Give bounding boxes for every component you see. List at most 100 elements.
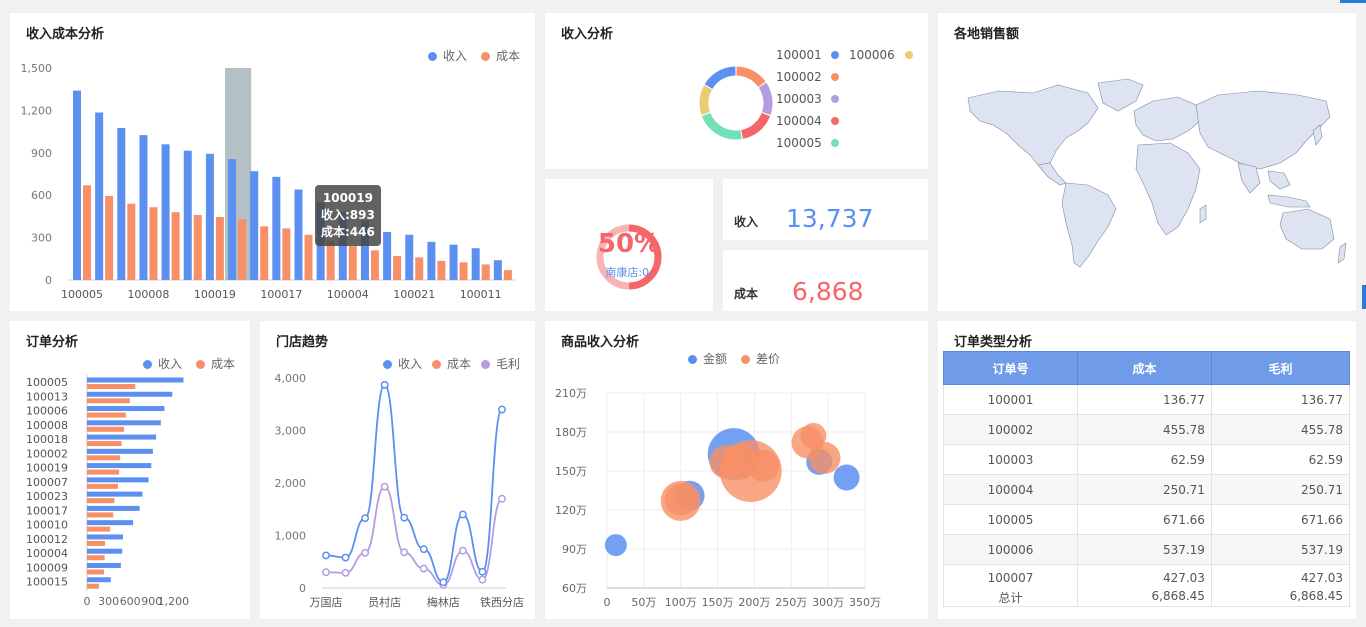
diff-bubble — [664, 483, 697, 516]
cost-bar — [87, 384, 136, 389]
y-tick-label: 0 — [299, 582, 306, 595]
y-tick-label: 100013 — [26, 390, 68, 403]
table-row[interactable]: 100004 250.71 250.71 — [943, 474, 1351, 505]
y-tick-label: 100012 — [26, 533, 68, 546]
cell-profit: 136.77 — [1210, 384, 1351, 415]
header-profit[interactable]: 毛利 — [1210, 351, 1351, 385]
y-tick-label: 4,000 — [275, 372, 307, 385]
header-order-no[interactable]: 订单号 — [943, 351, 1078, 385]
x-tick-label: 万国店 — [310, 595, 343, 609]
x-tick-label: 100004 — [327, 288, 369, 301]
cost-bar — [282, 228, 291, 280]
y-tick-label: 100018 — [26, 433, 68, 446]
legend-label: 100002 — [776, 70, 822, 84]
table-row[interactable]: 100001 136.77 136.77 — [943, 384, 1351, 415]
table-row[interactable]: 100007 427.03 427.03 — [943, 564, 1351, 589]
cell-order-no: 100006 — [943, 534, 1078, 565]
profit-point — [419, 564, 428, 573]
order-type-table: 订单号 成本 毛利 100001 136.77 136.77 100002 455.78… — [943, 351, 1351, 607]
cell-profit: 250.71 — [1210, 474, 1351, 505]
profit-point — [400, 548, 409, 557]
income-bar — [87, 491, 143, 497]
table-row[interactable]: 100002 455.78 455.78 — [943, 414, 1351, 445]
product-bubble-chart[interactable]: 60万 90万 120万 150万 180万 210万 0 50万 100万 150万 200万 25… — [545, 321, 928, 619]
cost-bar — [260, 226, 269, 280]
cost-bar — [348, 246, 357, 280]
world-map[interactable] — [938, 13, 1356, 311]
y-tick-label: 2,000 — [275, 477, 307, 490]
cell-cost: 136.77 — [1076, 384, 1212, 415]
table-row[interactable]: 100005 671.66 671.66 — [943, 504, 1351, 535]
income-bar — [87, 377, 184, 383]
y-tick-label: 100008 — [26, 419, 68, 432]
income-bar — [87, 548, 123, 554]
cell-cost: 250.71 — [1076, 474, 1212, 505]
cost-bar — [87, 483, 118, 489]
y-tick-label: 900 — [31, 147, 52, 160]
cost-bar — [87, 455, 121, 461]
cost-bar — [238, 219, 247, 280]
cell-cost: 455.78 — [1076, 414, 1212, 445]
cost-bar — [87, 398, 130, 404]
x-tick-label: 150万 — [702, 596, 734, 609]
cost-bar — [87, 412, 126, 418]
cost-bar — [393, 255, 402, 280]
panel-title: 订单类型分析 — [954, 335, 1033, 350]
profit-point — [498, 494, 506, 503]
donut-slice — [758, 82, 773, 115]
x-tick-label: 员村店 — [368, 595, 401, 609]
table-header-row: 订单号 成本 毛利 — [943, 351, 1351, 385]
x-tick-label: 300万 — [812, 596, 844, 609]
store-trend-chart[interactable]: 0 1,000 2,000 3,000 4,000 万国店 员村店 梅林店 铁西分店 — [260, 321, 535, 619]
cell-order-no: 100003 — [943, 444, 1078, 475]
x-tick-label: 100011 — [460, 288, 502, 301]
cost-bar — [83, 185, 91, 280]
header-cost[interactable]: 成本 — [1076, 351, 1212, 385]
cell-profit: 62.59 — [1210, 444, 1351, 475]
x-tick-label: 0 — [604, 596, 611, 609]
y-tick-label: 1,000 — [275, 530, 307, 543]
income-point — [439, 578, 448, 587]
income-bar — [471, 248, 480, 280]
cost-bar — [87, 498, 115, 504]
income-bar — [183, 150, 192, 280]
donut-slice — [701, 112, 742, 140]
cell-profit: 671.66 — [1210, 504, 1351, 535]
income-point — [498, 405, 506, 414]
total-cost: 6,868.45 — [1076, 589, 1212, 607]
scroll-indicator[interactable] — [1362, 285, 1366, 309]
table-row[interactable]: 100003 62.59 62.59 — [943, 444, 1351, 475]
legend-label: 100006 — [849, 48, 895, 62]
cost-bar — [87, 569, 104, 575]
x-tick-label: 100008 — [127, 288, 169, 301]
x-tick-label: 铁西分店 — [480, 595, 524, 609]
profit-point — [341, 568, 350, 577]
legend-dot — [831, 51, 839, 59]
cost-bar — [87, 540, 105, 546]
legend-dot — [831, 73, 839, 81]
income-donut-chart[interactable]: 100001 100002 100003 100004 100005 100006 — [545, 13, 928, 169]
profit-point — [458, 546, 467, 555]
donut-slice — [736, 66, 766, 88]
income-kpi-value: 13,737 — [786, 204, 874, 233]
income-cost-chart[interactable]: 0 300 600 900 1,200 1,500 100005 100008 100019 10… — [10, 13, 535, 311]
x-tick-label: 100017 — [260, 288, 302, 301]
income-bar — [139, 135, 148, 280]
table-row[interactable]: 100006 537.19 537.19 — [943, 534, 1351, 565]
income-bar — [427, 241, 436, 280]
x-tick-label: 600 — [120, 595, 141, 608]
cell-cost: 537.19 — [1076, 534, 1212, 565]
profit-point — [380, 482, 389, 491]
income-bar — [87, 406, 165, 412]
cost-bar — [171, 212, 180, 280]
income-bar — [117, 128, 126, 280]
cost-bar — [503, 270, 512, 280]
income-cost-panel: 收入成本分析 收入 成本 0 300 600 900 1,200 1,500 100005 1… — [10, 13, 535, 311]
x-tick-label: 300 — [98, 595, 119, 608]
cost-bar — [105, 195, 114, 280]
amount-bubble — [604, 534, 627, 557]
income-bar — [272, 176, 281, 280]
income-point — [458, 510, 467, 519]
order-chart[interactable]: 100005100013 100006100008100018100002 1000… — [10, 321, 250, 619]
income-bar — [228, 159, 237, 280]
